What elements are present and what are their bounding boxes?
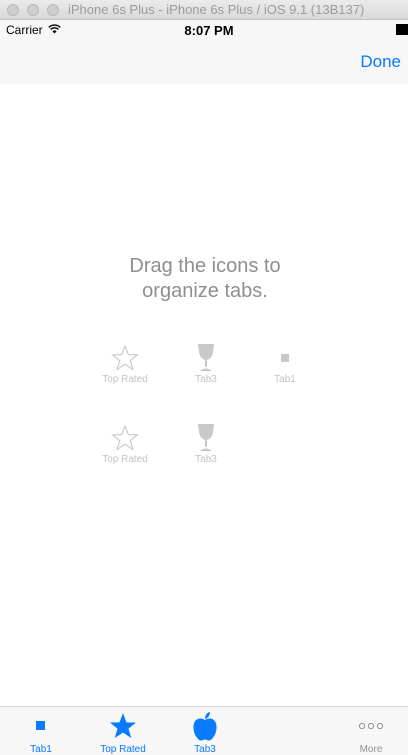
tab-label: Top Rated [100, 744, 146, 755]
customize-item-label: Tab3 [195, 454, 217, 465]
tab-label: More [359, 744, 383, 755]
customize-item-label: Top Rated [102, 454, 148, 465]
status-clock: 8:07 PM [184, 23, 234, 38]
star-outline-icon [85, 423, 165, 453]
tab-label: Tab1 [30, 744, 52, 755]
customize-instruction: Drag the icons to organize tabs. [129, 255, 281, 302]
customize-item-tab3[interactable]: Tab3 [166, 343, 246, 393]
window-close-button[interactable] [7, 4, 19, 16]
customize-item-label: Top Rated [102, 374, 148, 385]
customize-item-tab3[interactable]: Tab3 [166, 423, 246, 473]
customize-item-label: Tab1 [274, 374, 296, 385]
tab-more[interactable]: More [330, 707, 408, 755]
tab-label: Tab3 [194, 744, 216, 755]
tab-top-rated[interactable]: Top Rated [82, 707, 164, 755]
customize-item-top-rated[interactable]: Top Rated [85, 423, 165, 473]
simulator-title-bar: iPhone 6s Plus - iPhone 6s Plus / iOS 9.… [0, 0, 408, 20]
star-filled-icon [82, 711, 164, 741]
window-title: iPhone 6s Plus - iPhone 6s Plus / iOS 9.… [68, 2, 365, 17]
done-button[interactable]: Done [360, 52, 401, 72]
status-bar: Carrier 8:07 PM [0, 20, 408, 40]
tab-tab1[interactable]: Tab1 [0, 707, 82, 755]
window-minimize-button[interactable] [27, 4, 39, 16]
square-icon [0, 711, 82, 741]
goblet-icon [166, 423, 246, 453]
star-outline-icon [85, 343, 165, 373]
apple-icon [164, 711, 246, 741]
square-icon [245, 343, 325, 373]
goblet-icon [166, 343, 246, 373]
window-zoom-button[interactable] [47, 4, 59, 16]
navigation-bar: Done [0, 40, 408, 84]
battery-icon [396, 24, 408, 35]
customize-item-top-rated[interactable]: Top Rated [85, 343, 165, 393]
customize-item-tab1[interactable]: Tab1 [245, 343, 325, 393]
customize-item-label: Tab3 [195, 374, 217, 385]
tab-bar: Tab1 Top Rated Tab3 More [0, 706, 408, 755]
more-dots-icon [330, 711, 408, 741]
tab-tab3[interactable]: Tab3 [164, 707, 246, 755]
